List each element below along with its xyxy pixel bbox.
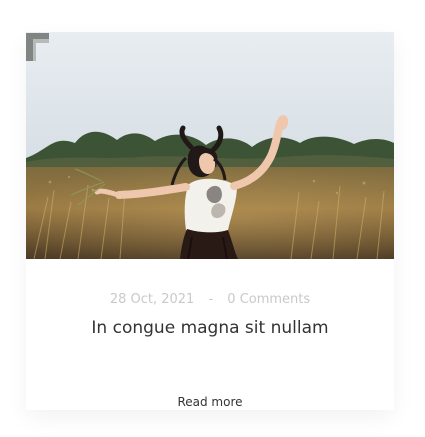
post-content: 28 Oct, 2021 - 0 Comments In congue magn…	[26, 259, 394, 410]
post-title[interactable]: In congue magna sit nullam	[26, 316, 394, 340]
read-more-link[interactable]: Read more	[176, 394, 244, 410]
blog-card: 28 Oct, 2021 - 0 Comments In congue magn…	[26, 32, 394, 410]
photo-illustration	[26, 32, 394, 259]
post-image[interactable]	[26, 32, 394, 259]
meta-separator: -	[208, 292, 214, 307]
post-meta: 28 Oct, 2021 - 0 Comments	[26, 292, 394, 308]
post-date[interactable]: 28 Oct, 2021	[110, 292, 195, 307]
corner-mark-icon	[26, 33, 49, 61]
post-comments-count[interactable]: 0 Comments	[227, 292, 310, 307]
